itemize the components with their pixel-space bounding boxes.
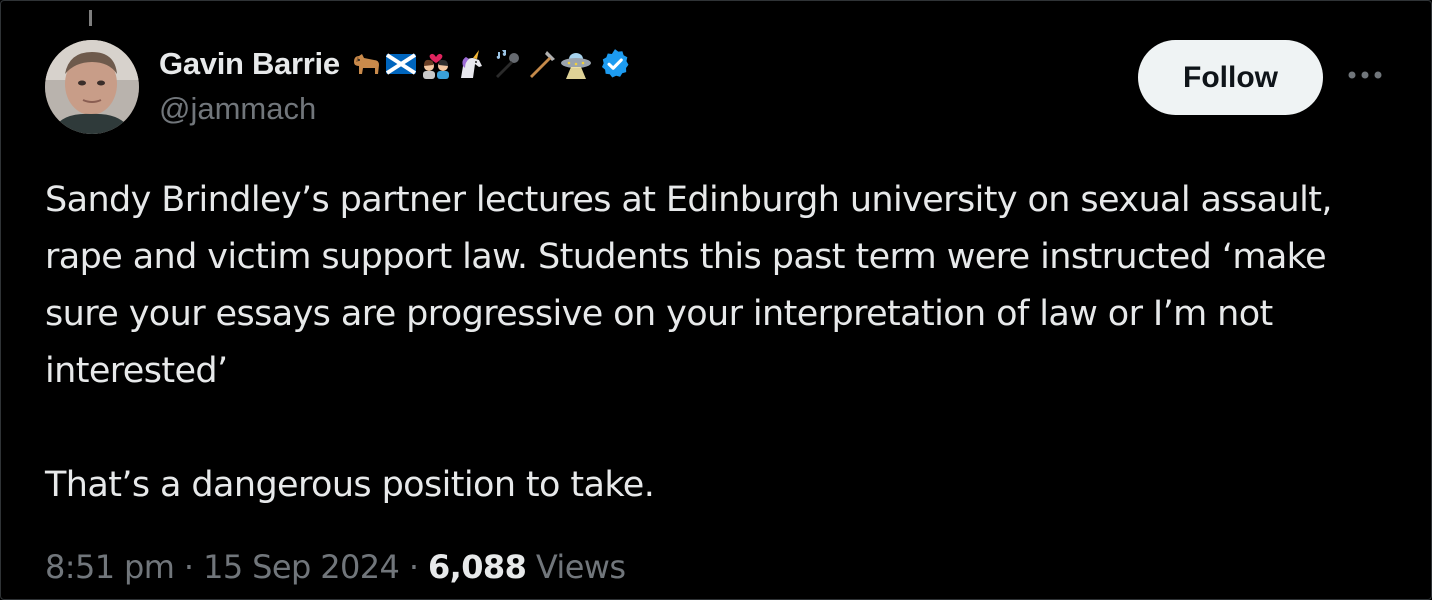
- author-name-row: Gavin Barrie: [159, 44, 632, 84]
- more-options-icon[interactable]: [1345, 68, 1385, 82]
- avatar[interactable]: [45, 40, 139, 134]
- crutch-icon: [525, 48, 557, 80]
- author-display-name[interactable]: Gavin Barrie: [159, 46, 340, 82]
- thread-connector-line: [89, 10, 92, 26]
- scotland-flag-icon: [385, 48, 417, 80]
- tweet-date[interactable]: 15 Sep 2024: [203, 548, 400, 586]
- meta-separator: ·: [183, 548, 194, 586]
- tweet-meta-row: 8:51 pm · 15 Sep 2024 · 6,088 Views: [45, 548, 626, 586]
- views-count: 6,088: [428, 548, 527, 586]
- follow-button[interactable]: Follow: [1138, 40, 1323, 115]
- views-label: Views: [535, 548, 626, 586]
- author-handle[interactable]: @jammach: [159, 91, 316, 127]
- microphone-icon: [490, 48, 522, 80]
- unicorn-icon: [455, 48, 487, 80]
- meta-separator: ·: [408, 548, 419, 586]
- couple-with-heart-icon: [420, 48, 452, 80]
- verified-badge-icon: [598, 47, 632, 81]
- tweet-paragraph: That’s a dangerous position to take.: [45, 465, 655, 505]
- tweet-text: Sandy Brindley’s partner lectures at Edi…: [45, 172, 1395, 514]
- name-emoji-strip: [350, 48, 592, 80]
- dog-emoji-icon: [350, 48, 382, 80]
- tweet-paragraph: Sandy Brindley’s partner lectures at Edi…: [45, 180, 1332, 391]
- tweet-time[interactable]: 8:51 pm: [45, 548, 175, 586]
- ufo-icon: [560, 48, 592, 80]
